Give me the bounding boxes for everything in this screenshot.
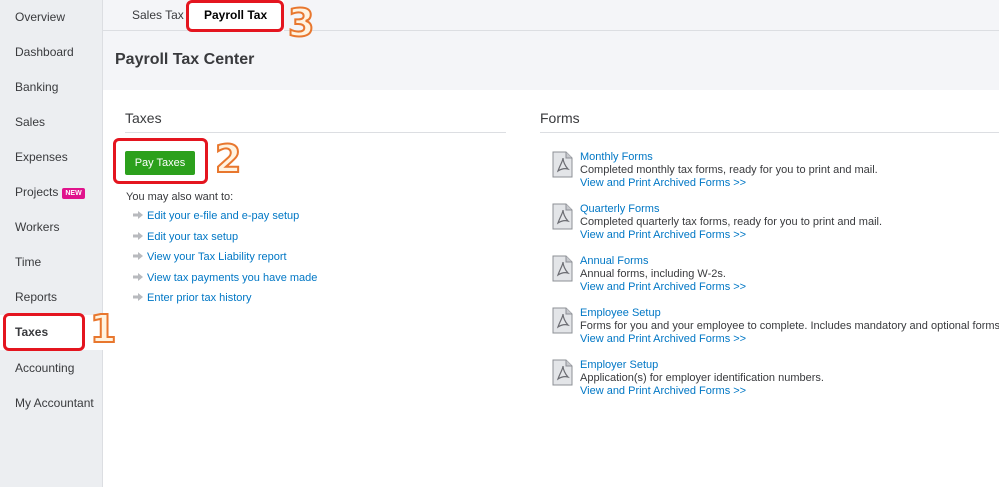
highlight-box-payroll-tax [186, 0, 284, 32]
view-archived-forms-link[interactable]: View and Print Archived Forms >> [580, 333, 746, 345]
sidebar-item-label: Overview [15, 10, 66, 24]
sidebar-item-label: Expenses [15, 150, 68, 164]
link-enter-prior-tax-history[interactable]: Enter prior tax history [133, 292, 252, 306]
annotation-number-1: 1 [89, 307, 117, 351]
form-description: Completed monthly tax forms, ready for y… [580, 164, 878, 176]
form-description: Completed quarterly tax forms, ready for… [580, 216, 883, 228]
arrow-right-icon [133, 293, 143, 301]
arrow-right-icon [133, 252, 143, 260]
sidebar-item-banking[interactable]: Banking [0, 70, 103, 105]
arrow-right-icon [133, 211, 143, 219]
form-title-link[interactable]: Employee Setup [580, 307, 661, 319]
annotation-number-2: 2 [214, 137, 242, 181]
sidebar-item-label: Workers [15, 220, 60, 234]
forms-divider [540, 132, 999, 133]
sidebar-item-sales[interactable]: Sales [0, 105, 103, 140]
view-archived-forms-link[interactable]: View and Print Archived Forms >> [580, 281, 746, 293]
also-want-label: You may also want to: [126, 191, 234, 203]
view-archived-forms-link[interactable]: View and Print Archived Forms >> [580, 229, 746, 241]
form-description: Annual forms, including W-2s. [580, 268, 726, 280]
form-item-annual: Annual Forms Annual forms, including W-2… [552, 255, 992, 299]
tab-sales-tax[interactable]: Sales Tax [132, 0, 184, 31]
sidebar-item-reports[interactable]: Reports [0, 280, 103, 315]
form-item-monthly: Monthly Forms Completed monthly tax form… [552, 151, 992, 195]
form-title-link[interactable]: Employer Setup [580, 359, 658, 371]
sidebar-item-my-accountant[interactable]: My Accountant [0, 386, 103, 421]
sidebar-item-dashboard[interactable]: Dashboard [0, 35, 103, 70]
sidebar-item-workers[interactable]: Workers [0, 210, 103, 245]
sidebar-item-label: Time [15, 255, 42, 269]
page-title: Payroll Tax Center [115, 51, 255, 68]
sidebar: Overview Dashboard Banking Sales Expense… [0, 0, 103, 487]
pdf-document-icon [552, 255, 573, 282]
sidebar-item-expenses[interactable]: Expenses [0, 140, 103, 175]
form-description: Application(s) for employer identificati… [580, 372, 824, 384]
arrow-right-icon [133, 232, 143, 240]
link-edit-efile-setup[interactable]: Edit your e-file and e-pay setup [133, 210, 299, 224]
sidebar-item-label: Banking [15, 80, 59, 94]
pdf-document-icon [552, 359, 573, 386]
annotation-number-3: 3 [287, 1, 315, 45]
highlight-box-pay-taxes [113, 138, 208, 184]
link-tax-liability-report[interactable]: View your Tax Liability report [133, 251, 287, 265]
sidebar-item-projects[interactable]: Projects NEW [0, 175, 103, 210]
sidebar-item-label: Reports [15, 290, 58, 304]
taxes-section-title: Taxes [125, 110, 162, 126]
form-title-link[interactable]: Quarterly Forms [580, 203, 659, 215]
form-title-link[interactable]: Monthly Forms [580, 151, 653, 163]
sidebar-item-accounting[interactable]: Accounting [0, 351, 103, 386]
sidebar-item-label: Accounting [15, 361, 75, 375]
link-edit-tax-setup[interactable]: Edit your tax setup [133, 231, 238, 245]
form-item-quarterly: Quarterly Forms Completed quarterly tax … [552, 203, 992, 247]
highlight-box-taxes [3, 313, 85, 351]
link-view-tax-payments[interactable]: View tax payments you have made [133, 272, 317, 286]
form-title-link[interactable]: Annual Forms [580, 255, 648, 267]
sidebar-item-time[interactable]: Time [0, 245, 103, 280]
forms-section-title: Forms [540, 110, 580, 126]
form-item-employee-setup: Employee Setup Forms for you and your em… [552, 307, 999, 351]
pdf-document-icon [552, 151, 573, 178]
arrow-right-icon [133, 273, 143, 281]
pdf-document-icon [552, 203, 573, 230]
view-archived-forms-link[interactable]: View and Print Archived Forms >> [580, 177, 746, 189]
sidebar-item-label: Sales [15, 115, 46, 129]
sidebar-item-label: My Accountant [15, 396, 94, 410]
pdf-document-icon [552, 307, 573, 334]
view-archived-forms-link[interactable]: View and Print Archived Forms >> [580, 385, 746, 397]
sidebar-item-label: Dashboard [15, 45, 74, 59]
sidebar-item-overview[interactable]: Overview [0, 0, 103, 35]
new-badge: NEW [62, 188, 85, 199]
form-description: Forms for you and your employee to compl… [580, 320, 999, 332]
form-item-employer-setup: Employer Setup Application(s) for employ… [552, 359, 992, 403]
taxes-divider [125, 132, 506, 133]
sidebar-item-label: Projects [15, 185, 59, 199]
